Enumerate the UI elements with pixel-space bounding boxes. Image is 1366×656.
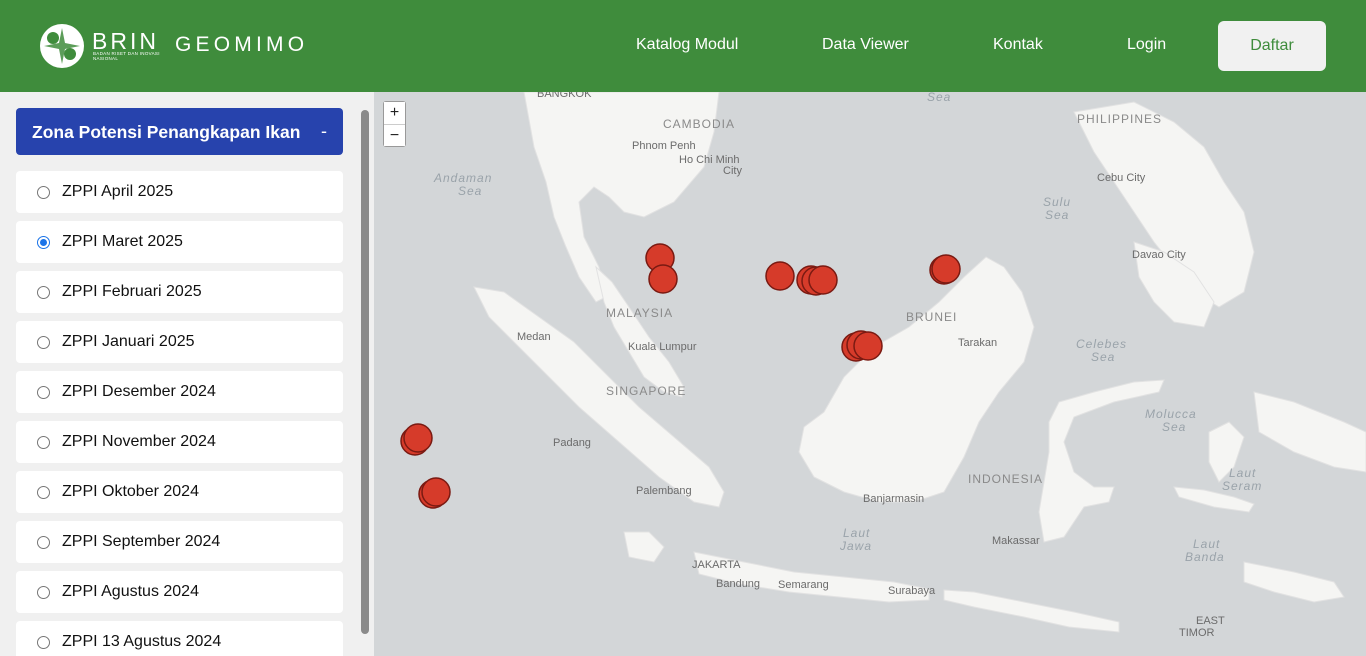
layer-item[interactable]: ZPPI April 2025 — [16, 171, 343, 213]
zoom-out-button[interactable]: − — [384, 124, 405, 146]
layer-radio[interactable] — [37, 235, 50, 249]
layer-item-label: ZPPI September 2024 — [62, 533, 221, 550]
zppi-marker[interactable] — [403, 423, 433, 453]
app-name[interactable]: GEOMIMO — [175, 33, 308, 57]
layer-radio[interactable] — [37, 385, 50, 399]
layer-item[interactable]: ZPPI Maret 2025 — [16, 221, 343, 263]
layer-radio[interactable] — [37, 535, 50, 549]
layer-item-label: ZPPI Agustus 2024 — [62, 583, 199, 600]
layer-item[interactable]: ZPPI 13 Agustus 2024 — [16, 621, 343, 656]
sidebar-scrollbar[interactable] — [361, 110, 369, 634]
zoom-in-button[interactable]: + — [384, 102, 405, 124]
layer-item[interactable]: ZPPI Oktober 2024 — [16, 471, 343, 513]
zppi-marker[interactable] — [648, 264, 678, 294]
layer-item-label: ZPPI Maret 2025 — [62, 233, 183, 250]
nav-kontak[interactable]: Kontak — [993, 36, 1043, 54]
nav-data-viewer[interactable]: Data Viewer — [822, 36, 909, 54]
register-button[interactable]: Daftar — [1218, 21, 1326, 71]
layer-item-label: ZPPI 13 Agustus 2024 — [62, 633, 222, 650]
nav-katalog-modul[interactable]: Katalog Modul — [636, 36, 738, 54]
layer-radio[interactable] — [37, 635, 50, 649]
layer-item-label: ZPPI Oktober 2024 — [62, 483, 199, 500]
zppi-marker[interactable] — [808, 265, 838, 295]
layer-group-title: Zona Potensi Penangkapan Ikan — [32, 122, 301, 142]
brin-logo-icon — [40, 24, 84, 68]
layer-item-label: ZPPI Januari 2025 — [62, 333, 195, 350]
brand-subtitle: BADAN RISET DAN INOVASI NASIONAL — [93, 51, 160, 61]
layer-radio[interactable] — [37, 285, 50, 299]
top-navbar: BRIN BADAN RISET DAN INOVASI NASIONAL GE… — [0, 0, 1366, 92]
layer-item[interactable]: ZPPI Desember 2024 — [16, 371, 343, 413]
zppi-marker[interactable] — [421, 477, 451, 507]
map-view[interactable]: BANGKOK CAMBODIA Phnom Penh Ho Chi Minh … — [374, 92, 1366, 656]
layer-radio[interactable] — [37, 435, 50, 449]
layer-radio[interactable] — [37, 585, 50, 599]
layer-item-label: ZPPI Februari 2025 — [62, 283, 202, 300]
zppi-marker[interactable] — [853, 331, 883, 361]
collapse-toggle[interactable]: - — [321, 121, 327, 142]
layer-group-header[interactable]: Zona Potensi Penangkapan Ikan - — [16, 108, 343, 155]
layer-item[interactable]: ZPPI Agustus 2024 — [16, 571, 343, 613]
zoom-control: + − — [383, 101, 406, 147]
layer-item[interactable]: ZPPI September 2024 — [16, 521, 343, 563]
zppi-marker[interactable] — [931, 254, 961, 284]
layer-sidebar: Zona Potensi Penangkapan Ikan - ZPPI Apr… — [0, 92, 374, 656]
layer-item-label: ZPPI Desember 2024 — [62, 383, 216, 400]
nav-login[interactable]: Login — [1127, 36, 1166, 54]
layer-item[interactable]: ZPPI Februari 2025 — [16, 271, 343, 313]
layer-radio[interactable] — [37, 185, 50, 199]
zppi-marker[interactable] — [765, 261, 795, 291]
layer-item-label: ZPPI November 2024 — [62, 433, 216, 450]
layer-radio[interactable] — [37, 335, 50, 349]
layer-radio[interactable] — [37, 485, 50, 499]
layer-item[interactable]: ZPPI November 2024 — [16, 421, 343, 463]
layer-item-label: ZPPI April 2025 — [62, 183, 174, 200]
zppi-markers[interactable] — [374, 92, 1366, 656]
layer-item[interactable]: ZPPI Januari 2025 — [16, 321, 343, 363]
